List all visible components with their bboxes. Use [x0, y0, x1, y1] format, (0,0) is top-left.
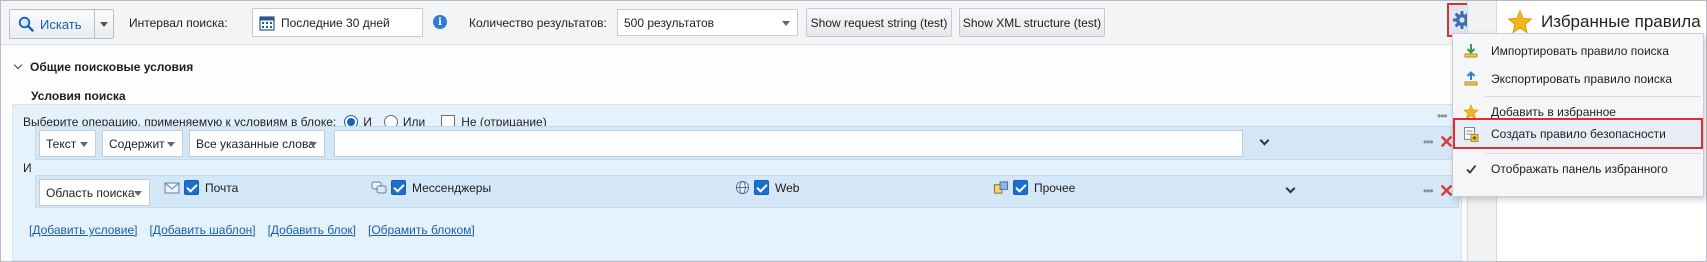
chevron-down-icon: [782, 21, 790, 26]
condition-row-scope: Область поиска Почта Мессенджеры Web Про…: [35, 175, 1459, 208]
source-other: Прочее: [993, 180, 1075, 195]
info-icon[interactable]: i: [433, 15, 447, 29]
condition-block: Выберите операцию, применяемую к условия…: [12, 104, 1462, 261]
chevron-down-icon: [309, 142, 317, 147]
interval-label: Интервал поиска:: [129, 16, 228, 30]
mode-select-value: Все указанные слова: [196, 136, 315, 151]
wrap-in-block-link[interactable]: [Обрамить блоком]: [368, 223, 475, 237]
scope-field-value: Область поиска: [46, 185, 135, 200]
export-icon: [1461, 69, 1481, 89]
menu-separator: [1485, 96, 1701, 97]
add-block-link[interactable]: [Добавить блок]: [268, 223, 356, 237]
mode-select[interactable]: Все указанные слова: [189, 130, 325, 157]
operator-select[interactable]: Содержит: [102, 130, 183, 157]
show-request-string-button[interactable]: Show request string (test): [806, 8, 952, 37]
condition-row-text: Текст Содержит Все указанные слова ••• ✕: [35, 126, 1459, 160]
source-web-label: Web: [775, 180, 800, 195]
import-icon: [1461, 41, 1481, 61]
source-mail-checkbox[interactable]: [184, 180, 199, 195]
operator-select-value: Содержит: [109, 136, 165, 151]
mail-icon: [164, 182, 180, 193]
menu-item-label: Экспортировать правило поиска: [1491, 72, 1673, 86]
show-xml-structure-button[interactable]: Show XML structure (test): [959, 8, 1105, 37]
menu-item-create-security-rule[interactable]: Создать правило безопасности: [1453, 118, 1703, 149]
chevron-down-icon: [167, 142, 175, 147]
source-mail-label: Почта: [205, 180, 239, 195]
search-button-label: Искать: [40, 16, 82, 32]
expand-chevron-icon[interactable]: [1285, 183, 1296, 194]
condition-value-input[interactable]: [334, 130, 1243, 157]
menu-item-export[interactable]: Экспортировать правило поиска: [1453, 65, 1703, 93]
block-more-icon[interactable]: •••: [1437, 109, 1448, 123]
chevron-down-icon: [100, 21, 109, 27]
chevron-down-icon: [13, 60, 23, 70]
source-messengers: Мессенджеры: [371, 180, 491, 195]
other-icon: [993, 181, 1009, 194]
subsection-title: Условия поиска: [31, 89, 126, 103]
menu-item-label: Импортировать правило поиска: [1491, 44, 1669, 58]
calendar-icon: [259, 15, 275, 31]
results-count-label: Количество результатов:: [469, 16, 607, 30]
search-options-dropdown[interactable]: [95, 10, 113, 38]
interval-value: Последние 30 дней: [281, 15, 390, 30]
messenger-icon: [371, 181, 387, 193]
checkmark-icon: [1461, 159, 1481, 179]
magnifier-icon: [18, 16, 34, 32]
join-operator-label: И: [23, 161, 32, 175]
expand-chevron-icon[interactable]: [1259, 135, 1270, 146]
source-messengers-checkbox[interactable]: [391, 180, 406, 195]
results-count-select[interactable]: 500 результатов: [617, 9, 798, 36]
add-condition-link[interactable]: [Добавить условие]: [29, 223, 137, 237]
menu-item-import[interactable]: Импортировать правило поиска: [1453, 37, 1703, 65]
favorites-title: Избранные правила п: [1541, 12, 1706, 31]
settings-menu: Импортировать правило поиска Экспортиров…: [1452, 33, 1704, 197]
menu-item-label: Добавить в избранное: [1491, 105, 1616, 119]
source-other-checkbox[interactable]: [1013, 180, 1028, 195]
favorites-header: Избранные правила п: [1507, 9, 1706, 35]
menu-item-label: Создать правило безопасности: [1491, 126, 1666, 141]
source-other-label: Прочее: [1034, 180, 1076, 195]
search-button[interactable]: Искать: [10, 10, 96, 38]
interval-picker[interactable]: Последние 30 дней: [252, 8, 423, 37]
add-template-link[interactable]: [Добавить шаблон]: [149, 223, 255, 237]
row-more-icon[interactable]: •••: [1423, 135, 1434, 149]
results-count-value: 500 результатов: [624, 15, 715, 30]
menu-item-show-favorites[interactable]: Отображать панель избранного: [1453, 155, 1703, 183]
menu-separator: [1485, 153, 1701, 154]
create-rule-icon: [1461, 124, 1481, 144]
search-split-button: Искать: [9, 9, 114, 39]
row-more-icon[interactable]: •••: [1423, 184, 1434, 198]
section-title: Общие поисковые условия: [30, 60, 194, 74]
scope-field-select[interactable]: Область поиска: [39, 179, 150, 206]
search-conditions-panel: Общие поисковые условия Условия поиска В…: [1, 46, 1466, 261]
source-mail: Почта: [164, 180, 238, 195]
globe-icon: [735, 180, 750, 195]
chevron-down-icon: [134, 191, 142, 196]
source-web-checkbox[interactable]: [754, 180, 769, 195]
field-select-value: Текст: [46, 136, 77, 151]
toolbar: Искать Интервал поиска: Последние 30 дне…: [1, 1, 1453, 45]
source-web: Web: [735, 180, 799, 195]
section-header-general[interactable]: Общие поисковые условия: [13, 60, 194, 74]
field-select[interactable]: Текст: [39, 130, 96, 157]
star-icon: [1507, 9, 1533, 34]
block-actions: [Добавить условие] [Добавить шаблон] [До…: [29, 223, 487, 237]
source-messengers-label: Мессенджеры: [412, 180, 492, 195]
menu-item-label: Отображать панель избранного: [1491, 162, 1668, 176]
chevron-down-icon: [80, 142, 88, 147]
